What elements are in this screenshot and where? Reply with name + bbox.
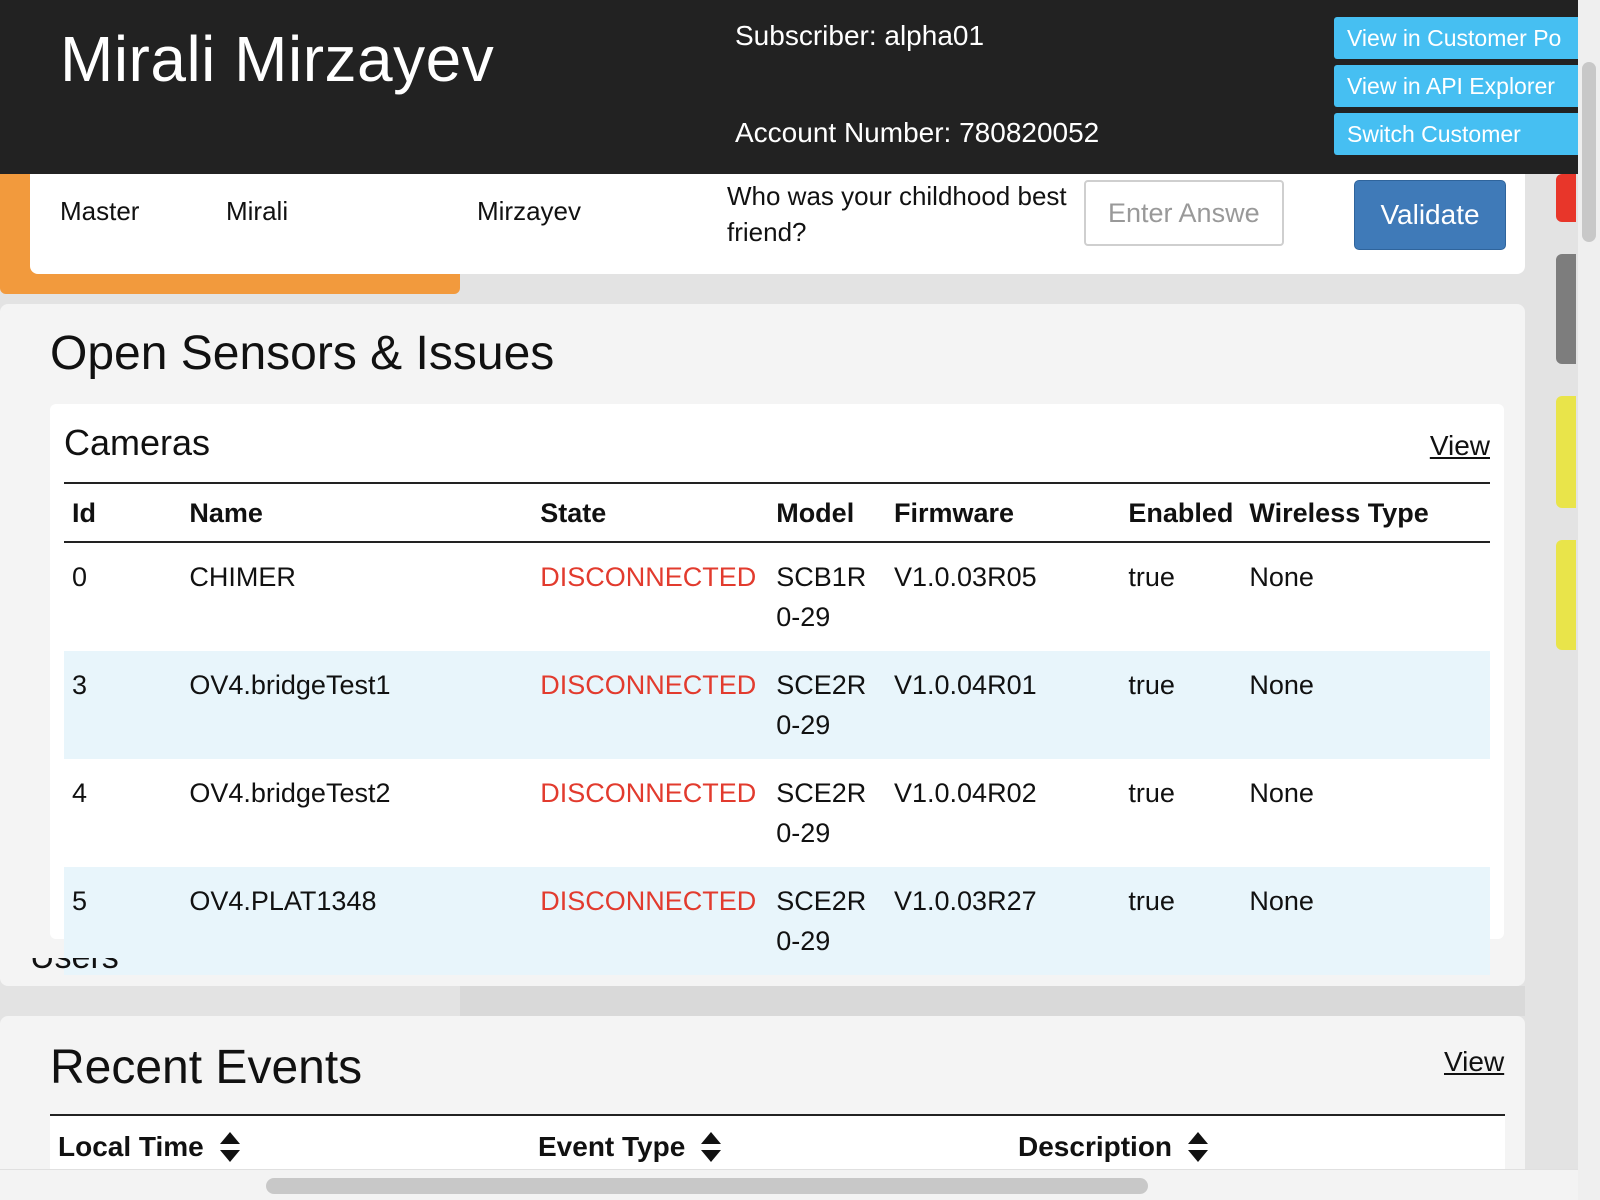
contact-last-name: Mirzayev [477,196,582,226]
column-header-id: Id [64,482,182,543]
recent-events-title: Recent Events [50,1041,363,1094]
customer-name: Mirali Mirzayev [60,23,495,95]
camera-state: DISCONNECTED [540,778,757,808]
contact-first-name: Mirali [226,196,289,226]
horizontal-scrollbar-thumb[interactable] [266,1178,1148,1194]
camera-wireless-type: None [1241,867,1490,975]
sort-icon [1188,1130,1209,1164]
recent-events-view-link[interactable]: View [1444,1046,1504,1078]
table-row: 4 OV4.bridgeTest2 DISCONNECTED SCE2R0-29… [64,759,1490,867]
camera-firmware: V1.0.03R05 [894,562,1037,592]
security-question: Who was your childhood best friend? [727,181,1067,247]
open-sensors-panel: Open Sensors & Issues Cameras View Id Na… [0,304,1525,986]
view-in-customer-portal-button[interactable]: View in Customer Po [1334,17,1584,59]
camera-model: SCE2R0-29 [768,651,886,759]
camera-id: 3 [64,651,182,759]
camera-firmware: V1.0.04R02 [894,778,1037,808]
status-flag-yellow[interactable] [1556,396,1576,508]
camera-name: OV4.bridgeTest2 [189,778,391,808]
cameras-card: Cameras View Id Name State Model Firmwar… [50,404,1504,975]
subscriber-label: Subscriber: alpha01 [735,20,985,51]
camera-enabled: true [1128,562,1175,592]
sort-event-type[interactable]: Event Type [538,1130,722,1164]
column-header-state: State [532,482,769,543]
table-row: 5 OV4.PLAT1348 DISCONNECTED SCE2R0-29 V1… [64,867,1490,975]
camera-state: DISCONNECTED [540,562,757,592]
camera-state: DISCONNECTED [532,651,769,759]
camera-model: SCE2R0-29 [776,778,867,848]
camera-id: 0 [72,562,88,592]
header-button-group: View in Customer Po View in API Explorer… [1334,17,1584,161]
users-section-label: Users [30,958,119,994]
column-header-enabled: Enabled [1120,482,1242,543]
camera-name: OV4.bridgeTest1 [181,651,533,759]
camera-id: 4 [72,778,88,808]
security-answer-input[interactable] [1084,180,1284,246]
column-header-name: Name [181,482,533,543]
verification-card: Master Mirali Mirzayev Who was your chil… [30,174,1525,274]
camera-wireless-type: None [1249,562,1314,592]
camera-model: SCB1R0-29 [776,562,867,632]
section-divider-band [460,986,1525,1016]
contact-role: Master [60,196,140,226]
sort-local-time[interactable]: Local Time [58,1130,240,1164]
customer-header: Mirali Mirzayev Subscriber: alpha01 Acco… [0,0,1600,174]
switch-customer-button[interactable]: Switch Customer [1334,113,1584,155]
camera-wireless-type: None [1241,651,1490,759]
status-flag-red[interactable] [1556,174,1576,222]
table-row: 3 OV4.bridgeTest1 DISCONNECTED SCE2R0-29… [64,651,1490,759]
camera-model: SCE2R0-29 [768,867,886,975]
camera-wireless-type: None [1249,778,1314,808]
camera-enabled: true [1120,867,1242,975]
status-flag-yellow[interactable] [1556,540,1576,650]
column-header-model: Model [768,482,886,543]
account-number-label: Account Number: 780820052 [735,117,1100,148]
camera-name: CHIMER [189,562,296,592]
camera-enabled: true [1120,651,1242,759]
cameras-table: Id Name State Model Firmware Enabled Wir… [64,482,1490,975]
camera-firmware: V1.0.04R01 [886,651,1121,759]
cameras-table-header-row: Id Name State Model Firmware Enabled Wir… [64,482,1490,543]
cameras-title: Cameras [64,422,211,463]
vertical-scrollbar-thumb[interactable] [1582,62,1596,242]
sort-icon [219,1130,240,1164]
recent-events-panel: Recent Events View Local Time Event Type… [0,1016,1525,1180]
view-in-api-explorer-button[interactable]: View in API Explorer [1334,65,1584,107]
cameras-view-link[interactable]: View [1430,430,1490,462]
sensors-panel-title: Open Sensors & Issues [50,327,555,380]
column-header-wireless-type: Wireless Type [1241,482,1490,543]
sort-description[interactable]: Description [1018,1130,1209,1164]
table-row: 0 CHIMER DISCONNECTED SCB1R0-29 V1.0.03R… [64,542,1490,651]
camera-firmware: V1.0.03R27 [886,867,1121,975]
validate-button[interactable]: Validate [1354,180,1506,250]
camera-enabled: true [1128,778,1175,808]
camera-state: DISCONNECTED [532,867,769,975]
sort-icon [701,1130,722,1164]
camera-name: OV4.PLAT1348 [181,867,533,975]
status-flag-gray[interactable] [1556,254,1576,364]
column-header-firmware: Firmware [886,482,1121,543]
